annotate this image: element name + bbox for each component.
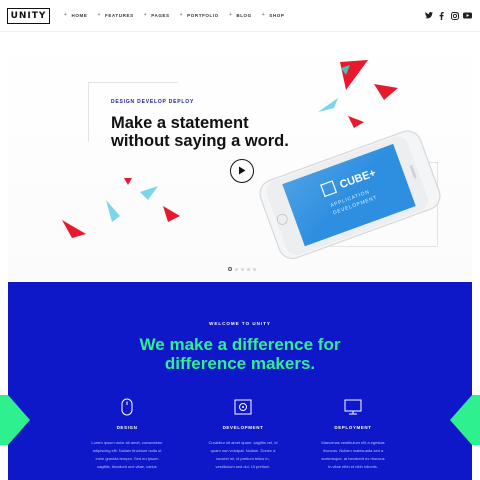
slider-dot[interactable] [235,267,238,271]
plus-icon: + [228,12,233,18]
feature-development: DEVELOPMENT Curabitur sit amet quam, sag… [188,397,298,471]
next-slide-arrow[interactable] [450,395,480,445]
nav-item-pages[interactable]: + PAGES [144,12,170,18]
about-section: WELCOME TO UNITY We make a difference fo… [8,282,472,480]
social-links [420,11,472,20]
nav-item-blog[interactable]: + BLOG [229,12,252,18]
monitor-code-icon [188,397,298,417]
plus-icon: + [143,12,148,18]
twitter-icon[interactable] [424,11,433,20]
slider-dot[interactable] [241,267,244,271]
slider-dot[interactable] [247,267,250,271]
feature-text-line: laoreet mi, id pretium tellus in, [216,456,270,461]
feature-text: Curabitur sit amet quam, sagittis vel, i… [188,439,298,471]
plus-icon: + [64,12,68,18]
plus-icon: + [179,12,184,18]
youtube-icon[interactable] [463,11,472,20]
nav-item-shop[interactable]: + SHOP [262,12,285,18]
arrow-shape [8,395,30,445]
display-icon [298,397,408,417]
section-eyebrow: WELCOME TO UNITY [209,321,271,326]
section-title-line: We make a difference for [139,335,341,354]
feature-text-line: Lorem ipsum dolor sit amet, consectetur [91,440,163,445]
feature-text: Lorem ipsum dolor sit amet, consectetur … [72,439,182,471]
feature-text-line: rhoncus. Nullam malesuada sed a [322,448,384,453]
instagram-icon[interactable] [450,11,459,20]
nav-label: PORTFOLIO [187,12,219,18]
previous-slide-arrow[interactable] [0,395,30,445]
phone-mockup: CUBE+ APPLICATION DEVELOPMENT [259,130,441,260]
feature-text: Maecenas vestibulum elit a egestas rhonc… [298,439,408,471]
arrow-shape [0,395,8,445]
section-title-line: difference makers. [164,354,316,373]
slider-pagination [228,267,259,271]
nav-item-portfolio[interactable]: + PORTFOLIO [180,12,219,18]
mouse-icon [72,397,182,417]
arrow-shape [472,395,480,445]
feature-title: DEPLOYMENT [334,425,372,430]
feature-text-line: Maecenas vestibulum elit a egestas [321,440,385,445]
feature-design: DESIGN Lorem ipsum dolor sit amet, conse… [72,397,182,471]
feature-text-line: Curabitur sit amet quam, sagittis vel, i… [208,440,278,445]
logo-text: UNITY [10,11,47,21]
feature-text-line: vestibulum sed dui. Ut pretium. [215,464,271,469]
feature-title: DESIGN [116,425,138,430]
nav-item-features[interactable]: + FEATURES [97,12,133,18]
section-title: We make a difference for difference make… [8,335,472,373]
arrow-shape [450,395,472,445]
feature-text-line: scelerisque, at hendrerit ex rhoncus [321,456,385,461]
feature-text-line: quam non volutpat. Nullam. Donec a [210,448,276,453]
nav-label: PAGES [151,12,170,18]
slider-dot[interactable] [228,267,232,271]
nav-item-home[interactable]: + HOME [64,12,87,18]
nav-label: FEATURES [104,12,134,18]
feature-text-line: In vitae nibh et nibh lobortis. [328,464,378,469]
feature-text-line: adipiscing elit. Nullam tincidunt nulla … [92,448,162,453]
slider-dot[interactable] [253,267,256,271]
nav-label: BLOG [236,12,252,18]
nav-label: HOME [71,12,88,18]
facebook-icon[interactable] [437,11,446,20]
feature-text-line: sagittis, tincidunt orci vitae, varius [97,464,157,469]
main-nav: + HOME + FEATURES + PAGES + PORTFOLIO + BLOG … [64,12,294,18]
feature-title: DEVELOPMENT [222,425,264,430]
plus-icon: + [261,12,266,18]
hero-slider: DESIGN DEVELOP DEPLOY Make a statement w… [8,32,472,282]
feature-deployment: DEPLOYMENT Maecenas vestibulum elit a eg… [298,397,408,471]
feature-text-line: enim gravida tempor. Sed eu ipsum [95,456,159,461]
site-logo[interactable]: UNITY [7,8,50,24]
site-header: UNITY + HOME + FEATURES + PAGES + PORTFOLIO … [0,0,480,32]
plus-icon: + [97,12,101,18]
nav-label: SHOP [269,12,285,18]
